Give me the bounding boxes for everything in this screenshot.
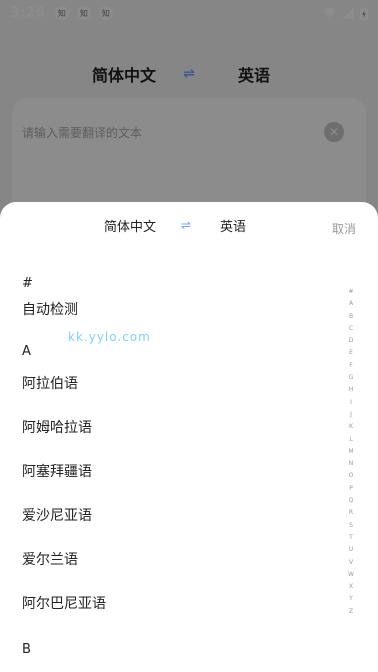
alphabet-index-letter[interactable]: W: [348, 569, 354, 581]
alphabet-index-letter[interactable]: F: [349, 360, 352, 372]
alphabet-index-letter[interactable]: Q: [349, 495, 354, 507]
sheet-header: 简体中文 ⇌ 英语 取消: [0, 216, 378, 240]
language-item[interactable]: 阿拉伯语: [22, 370, 322, 414]
alphabet-index-letter[interactable]: H: [349, 384, 354, 396]
language-item[interactable]: 阿姆哈拉语: [22, 414, 322, 458]
alphabet-index-letter[interactable]: X: [349, 581, 353, 593]
alphabet-index-letter[interactable]: T: [349, 532, 353, 544]
language-item[interactable]: 阿尔巴尼亚语: [22, 590, 322, 634]
alphabet-index-letter[interactable]: E: [349, 347, 353, 359]
language-picker-sheet: 简体中文 ⇌ 英语 取消 # 自动检测 A 阿拉伯语 阿姆哈拉语 阿塞拜疆语 爱…: [0, 202, 378, 672]
sheet-source-language-tab[interactable]: 简体中文: [104, 216, 156, 235]
alphabet-index-bar[interactable]: # A B C D E F G H I J K L M N O P Q R S T U V W X Y Z: [346, 286, 356, 618]
alphabet-index-letter[interactable]: N: [349, 458, 354, 470]
alphabet-index-letter[interactable]: M: [348, 446, 353, 458]
section-header: B: [22, 642, 31, 657]
alphabet-index-letter[interactable]: B: [349, 311, 353, 323]
alphabet-index-letter[interactable]: R: [349, 507, 353, 519]
sheet-swap-icon[interactable]: ⇌: [181, 218, 191, 232]
section-header: A: [22, 344, 31, 359]
language-item-auto-detect[interactable]: 自动检测: [22, 296, 322, 340]
language-item[interactable]: 阿塞拜疆语: [22, 458, 322, 502]
alphabet-index-letter[interactable]: K: [349, 421, 353, 433]
alphabet-index-letter[interactable]: #: [348, 286, 353, 298]
language-item[interactable]: 爱沙尼亚语: [22, 502, 322, 546]
alphabet-index-letter[interactable]: Y: [349, 593, 353, 605]
cancel-button[interactable]: 取消: [332, 220, 356, 237]
alphabet-index-letter[interactable]: D: [349, 335, 354, 347]
section-header: #: [22, 276, 33, 291]
alphabet-index-letter[interactable]: G: [349, 372, 354, 384]
alphabet-index-letter[interactable]: V: [349, 557, 353, 569]
watermark: kk.yylo.com: [68, 330, 151, 344]
language-item[interactable]: 爱尔兰语: [22, 546, 322, 590]
alphabet-index-letter[interactable]: S: [349, 520, 353, 532]
alphabet-index-letter[interactable]: O: [349, 470, 354, 482]
alphabet-index-letter[interactable]: C: [349, 323, 353, 335]
language-list: # 自动检测 A 阿拉伯语 阿姆哈拉语 阿塞拜疆语 爱沙尼亚语 爱尔兰语 阿尔巴…: [22, 272, 322, 662]
sheet-target-language-tab[interactable]: 英语: [220, 216, 246, 235]
alphabet-index-letter[interactable]: Z: [349, 606, 353, 618]
alphabet-index-letter[interactable]: U: [349, 544, 353, 556]
alphabet-index-letter[interactable]: A: [349, 298, 353, 310]
alphabet-index-letter[interactable]: P: [349, 483, 353, 495]
alphabet-index-letter[interactable]: L: [349, 434, 352, 446]
alphabet-index-letter[interactable]: I: [350, 397, 352, 409]
alphabet-index-letter[interactable]: J: [350, 409, 352, 421]
